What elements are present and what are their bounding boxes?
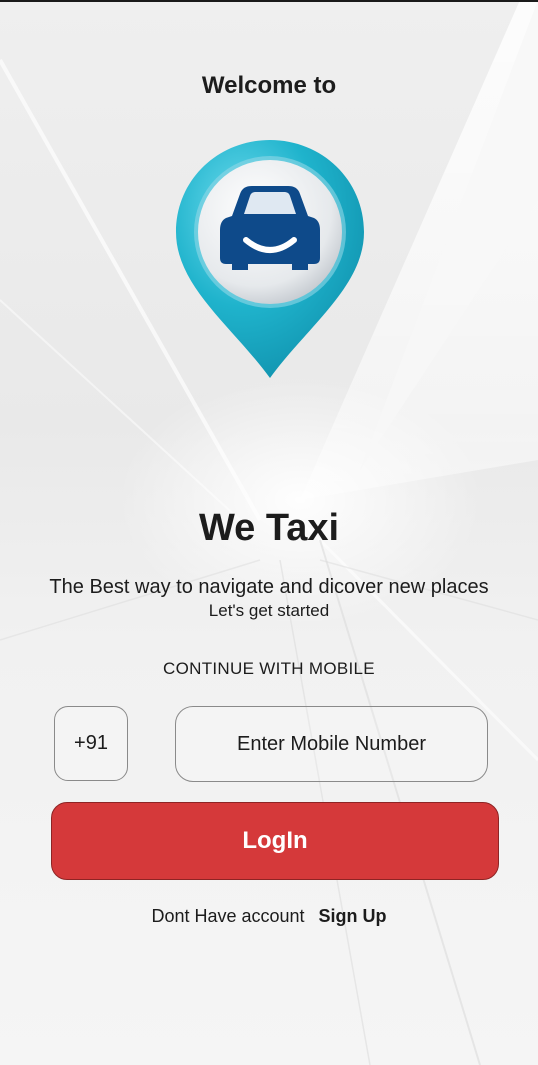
tagline: The Best way to navigate and dicover new… [49,576,489,598]
sub-tagline: Let's get started [208,601,330,620]
country-code-selector[interactable]: +91 [54,706,128,781]
map-pin-car-icon [172,136,368,382]
welcome-text: Welcome to [201,72,337,99]
signup-link[interactable]: Sign Up [319,906,387,927]
signup-prompt: Dont Have account [151,906,305,926]
signup-row: Dont Have account Sign Up [0,906,538,927]
app-name: We Taxi [198,507,340,549]
continue-with-mobile-label: CONTINUE WITH MOBILE [163,659,375,678]
login-button[interactable]: LogIn [51,802,499,880]
top-border [0,0,538,2]
mobile-number-input[interactable] [175,706,488,782]
